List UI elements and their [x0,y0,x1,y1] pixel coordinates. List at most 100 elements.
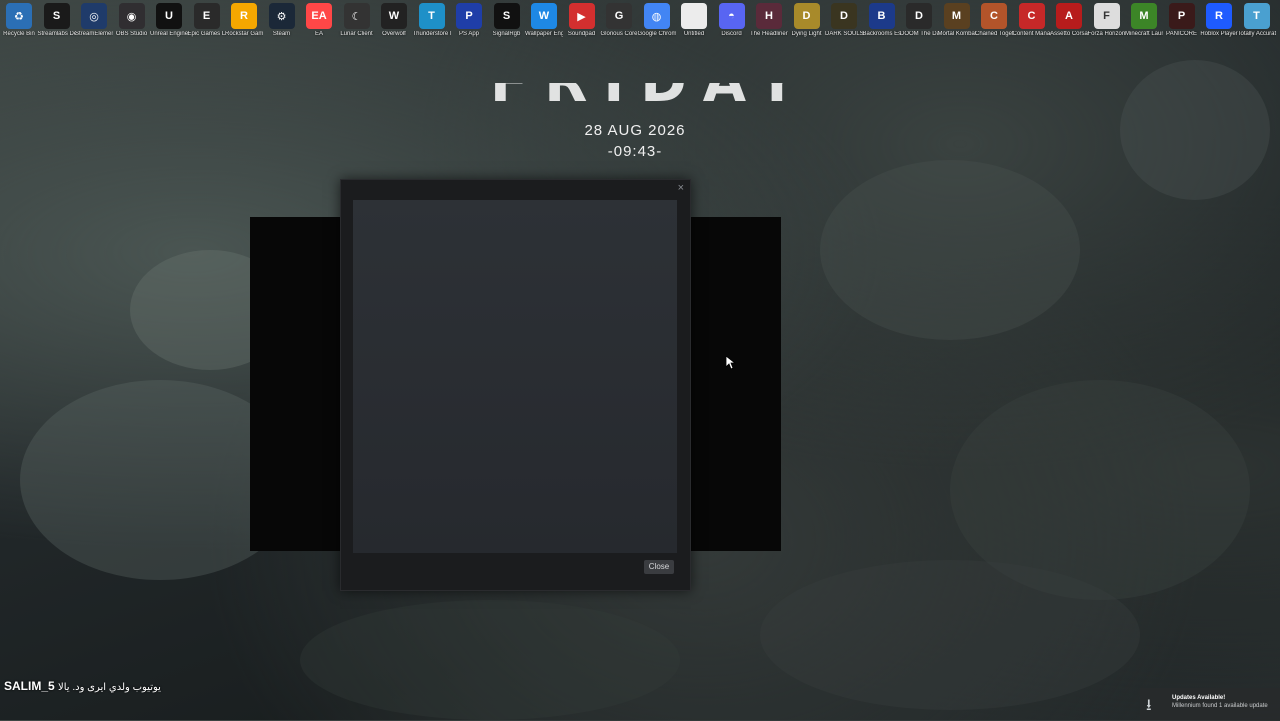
desktop-icon[interactable]: ◍ Google Chrome [638,3,676,38]
desktop-icon[interactable]: M Mortal Kombat™ 11 [938,3,976,38]
app-icon: C [1018,3,1045,29]
desktop-icon[interactable]: M Minecraft Launcher [1125,3,1163,38]
desktop-icon-label: Mortal Kombat™ 11 [937,31,976,37]
desktop-icon[interactable]: W Overwolf [375,3,413,38]
desktop-icon[interactable]: R Rockstar Games... [225,3,263,38]
desktop-icon-label: Backrooms Escape T... [862,31,901,37]
desktop-icon[interactable]: W Wallpaper Engine [525,3,563,38]
desktop-icon[interactable]: S SignalRgb [488,3,526,38]
desktop-icon-label: Streamlabs Desktop [37,31,76,37]
desktop-icon-label: OBS Studio [115,31,148,37]
desktop-icon[interactable]: ◎ StreamElements SE.Live [75,3,113,38]
clock-time: -09:43- [607,143,663,160]
desktop-icon-label: DARK SOULS™ III [825,31,863,37]
desktop-icon[interactable]: D DOOM The Dark Ages [900,3,938,38]
desktop-icon[interactable]: F Forza Horizon 6 [1088,3,1126,38]
desktop-icon[interactable]: ◓ Discord [713,3,751,38]
desktop-icon[interactable]: B Backrooms Escape T... [863,3,901,38]
app-icon: U [156,3,182,29]
app-icon: T [418,3,445,29]
desktop-icon-label: Recycle Bin [3,31,35,37]
desktop-icon[interactable]: R Roblox Player [1200,3,1238,38]
app-icon: ◎ [81,3,107,29]
desktop-icon-label: PANICORE [1166,31,1197,37]
app-icon: A [1056,3,1082,29]
app-icon [681,3,707,29]
desktop-icon-label: The Headliners [750,31,788,37]
update-message: Millennium found 1 available update [1172,703,1268,709]
app-icon: M [1131,3,1157,29]
desktop-icon[interactable]: ▶ Soundpad [563,3,601,38]
app-icon: C [981,3,1007,29]
desktop-icon[interactable]: T Thunderstore Mod Mana... [413,3,451,38]
user-status: يوتيوب ولدي ایری ود. یالا [58,682,161,693]
app-icon: ◉ [118,3,145,29]
app-icon: B [868,3,895,29]
desktop-icon[interactable]: C Chained Together [975,3,1013,38]
app-icon: ▶ [568,3,595,29]
app-icon: ⚙ [268,3,295,29]
close-icon[interactable]: × [678,182,684,194]
desktop-icon-label: Forza Horizon 6 [1087,31,1126,37]
download-icon: ⭳ [1146,697,1152,714]
update-title: Updates Available! [1172,695,1226,701]
clock-date: 28 AUG 2026 [584,122,686,139]
desktop-icon-label: Roblox Player [1200,31,1238,37]
desktop-icon-label: Discord [721,31,742,37]
desktop-icon[interactable]: D Dying Light [788,3,826,38]
desktop-icon[interactable]: P PS App [450,3,488,38]
desktop-icon[interactable]: EA EA [300,3,338,38]
desktop-icon-label: Soundpad [567,31,596,37]
user-overlay: SALIM_5 يوتيوب ولدي ایری ود. یالا [4,679,161,693]
dialog-content-area [353,200,677,553]
app-icon: ◍ [643,3,670,29]
desktop-icon[interactable]: ♻ Recycle Bin [0,3,38,38]
app-icon: F [1093,3,1120,29]
desktop-icon[interactable]: H The Headliners [750,3,788,38]
app-icon: R [1206,3,1232,29]
desktop-icon[interactable]: U Unreal Engine [150,3,188,38]
desktop-icon[interactable]: G Glorious Core [600,3,638,38]
desktop-icon-label: Totally Accurat... [1237,31,1276,37]
desktop-icon[interactable]: ☾ Lunar Client [338,3,376,38]
update-notification[interactable]: ⭳ Updates Available! Millennium found 1 … [1140,688,1280,720]
desktop-icon-label: StreamElements SE.Live [75,31,113,37]
desktop-icon[interactable]: Untitled [675,3,713,38]
desktop-icon-label: Untitled [683,31,705,37]
desktop-icon-label: Rockstar Games... [225,31,263,37]
desktop-icon[interactable]: A Assetto Corsa [1050,3,1088,38]
app-icon: W [531,3,557,29]
desktop-icon[interactable]: ◉ OBS Studio [113,3,151,38]
desktop-icon[interactable]: ⚙ Steam [263,3,301,38]
user-name: SALIM_5 [4,679,55,693]
desktop-icon-label: Unreal Engine [150,31,188,37]
desktop-icon-label: Google Chrome [637,31,676,37]
desktop-icon[interactable]: E Epic Games Launcher [188,3,226,38]
app-icon: P [456,3,482,29]
desktop-icon-label: Thunderstore Mod Mana... [412,31,451,37]
desktop-icon-label: Overwolf [382,31,406,37]
desktop-icon-label: PS App [458,31,479,37]
app-icon: R [231,3,257,29]
desktop-icon[interactable]: S Streamlabs Desktop [38,3,76,38]
app-icon: E [193,3,220,29]
app-icon: W [381,3,407,29]
desktop-icon[interactable]: P PANICORE [1163,3,1201,38]
desktop-icon-label: Glorious Core [600,31,638,37]
app-icon: H [756,3,782,29]
desktop-icon[interactable]: C Content Manager [1013,3,1051,38]
desktop-icon-label: Wallpaper Engine [525,31,563,37]
desktop-icon-label: Dying Light [791,31,822,37]
close-button[interactable]: Close [644,560,674,574]
app-icon: M [943,3,970,29]
desktop-icon-label: Assetto Corsa [1050,31,1088,37]
desktop-icon-label: EA [314,31,323,37]
app-icon: EA [306,3,332,29]
desktop-icon-label: DOOM The Dark Ages [900,31,938,37]
desktop-icon-label: Minecraft Launcher [1125,31,1163,37]
desktop-icon-label: Chained Together [975,31,1013,37]
desktop-icon[interactable]: D DARK SOULS™ III [825,3,863,38]
app-icon: D [793,3,820,29]
desktop-icon[interactable]: T Totally Accurat... [1238,3,1276,38]
desktop-icon-label: Lunar Client [340,31,373,37]
